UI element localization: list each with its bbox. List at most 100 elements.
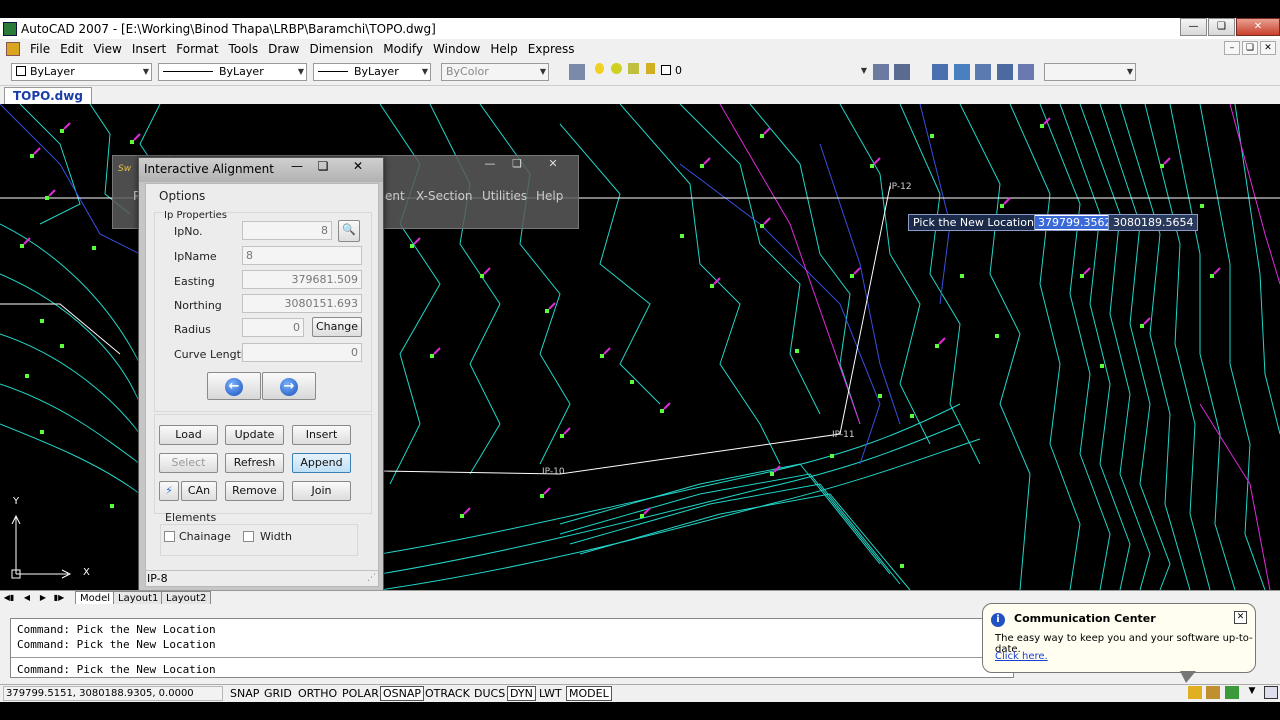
model-toggle[interactable]: MODEL: [566, 686, 612, 701]
layer-combo[interactable]: 0 ▼: [591, 63, 869, 81]
doc-close-button[interactable]: ✕: [1260, 41, 1276, 55]
polar-toggle[interactable]: POLAR: [339, 686, 382, 701]
bg-restore-button[interactable]: ❏: [505, 157, 529, 173]
osnap-toggle[interactable]: OSNAP: [380, 686, 425, 701]
menu-dimension[interactable]: Dimension: [309, 42, 373, 56]
viewport-icon[interactable]: [954, 64, 970, 80]
menu-modify[interactable]: Modify: [383, 42, 423, 56]
ducs-toggle[interactable]: DUCS: [471, 686, 508, 701]
dialog-status-bar: IP-8 ⋰: [145, 570, 379, 587]
doc-minimize-button[interactable]: –: [1224, 41, 1240, 55]
lineweight-combo[interactable]: ByLayer ▼: [313, 63, 431, 81]
first-tab-icon[interactable]: ◀▮: [2, 592, 16, 603]
dialog-restore-button[interactable]: ❏: [311, 159, 335, 175]
chainage-label: Chainage: [179, 530, 231, 543]
menu-edit[interactable]: Edit: [60, 42, 83, 56]
ortho-toggle[interactable]: ORTHO: [295, 686, 340, 701]
doc-restore-button[interactable]: ❏: [1242, 41, 1258, 55]
command-history[interactable]: Command: Pick the New Location Command: …: [10, 618, 1014, 678]
dialog-body: Options Ip Properties IpNo. 8 🔍 IpName 8…: [145, 183, 379, 587]
grid-toggle[interactable]: GRID: [261, 686, 295, 701]
dynamic-input-y-field[interactable]: 3080189.5654: [1108, 214, 1199, 231]
chainage-checkbox[interactable]: [164, 531, 175, 542]
menu-help[interactable]: Help: [490, 42, 517, 56]
lock-icon[interactable]: [1206, 686, 1220, 699]
last-tab-icon[interactable]: ▮▶: [52, 592, 66, 603]
refresh-button[interactable]: Refresh: [225, 453, 284, 473]
restore-button[interactable]: ❏: [1208, 18, 1235, 36]
menu-view[interactable]: View: [93, 42, 121, 56]
document-menu-icon[interactable]: [6, 41, 20, 56]
menu-window[interactable]: Window: [433, 42, 480, 56]
select-button[interactable]: Select: [159, 453, 218, 473]
insert-button[interactable]: Insert: [292, 425, 351, 445]
communication-center-icon[interactable]: [1225, 686, 1239, 699]
make-current-icon[interactable]: [873, 64, 889, 80]
communication-center-balloon[interactable]: i Communication Center ✕ The easy way to…: [982, 603, 1256, 673]
ipno-field[interactable]: 8: [242, 221, 332, 240]
menu-file[interactable]: File: [30, 42, 50, 56]
tab-model[interactable]: Model: [75, 591, 116, 605]
change-button[interactable]: Change: [312, 317, 362, 337]
bg-close-button[interactable]: ✕: [541, 157, 565, 173]
join-button[interactable]: Join: [292, 481, 351, 501]
warning-icon[interactable]: [1188, 686, 1202, 699]
viewport-icon[interactable]: [1018, 64, 1034, 80]
linetype-combo[interactable]: ByLayer ▼: [158, 63, 307, 81]
bg-menu-item[interactable]: Utilities: [482, 189, 527, 203]
prev-tab-icon[interactable]: ◀: [20, 592, 34, 603]
options-tab[interactable]: Options: [159, 189, 205, 203]
can-button[interactable]: CAn: [181, 481, 217, 501]
bg-minimize-button[interactable]: —: [478, 157, 502, 173]
curve-length-field[interactable]: 0: [242, 343, 362, 362]
remove-button[interactable]: Remove: [225, 481, 284, 501]
minimize-button[interactable]: —: [1180, 18, 1207, 36]
resize-grip-icon[interactable]: ⋰: [367, 571, 376, 586]
lwt-toggle[interactable]: LWT: [536, 686, 565, 701]
northing-field[interactable]: 3080151.693: [242, 294, 362, 313]
bg-menu-item[interactable]: Help: [536, 189, 563, 203]
easting-field[interactable]: 379681.509: [242, 270, 362, 289]
autocad-app-icon[interactable]: [3, 21, 17, 36]
bg-menu-item[interactable]: ent: [385, 189, 405, 203]
menu-insert[interactable]: Insert: [132, 42, 166, 56]
menu-express[interactable]: Express: [528, 42, 575, 56]
clean-screen-icon[interactable]: [1264, 686, 1278, 699]
cc-link[interactable]: Click here.: [995, 651, 1048, 662]
radius-field[interactable]: 0: [242, 318, 304, 337]
next-ip-button[interactable]: →: [262, 372, 316, 400]
dialog-close-button[interactable]: ✕: [346, 159, 370, 175]
ipname-field[interactable]: 8: [242, 246, 362, 265]
close-button[interactable]: ✕: [1236, 18, 1280, 36]
search-ip-button[interactable]: 🔍: [338, 220, 360, 242]
menu-tools[interactable]: Tools: [229, 42, 259, 56]
previous-ip-button[interactable]: ←: [207, 372, 261, 400]
width-checkbox[interactable]: [243, 531, 254, 542]
menu-draw[interactable]: Draw: [268, 42, 299, 56]
viewport-icon[interactable]: [975, 64, 991, 80]
append-button[interactable]: Append: [292, 453, 351, 473]
color-combo[interactable]: ByLayer ▼: [11, 63, 152, 81]
dialog-minimize-button[interactable]: —: [285, 159, 309, 175]
load-button[interactable]: Load: [159, 425, 218, 445]
tab-layout2[interactable]: Layout2: [161, 591, 212, 605]
dyn-toggle[interactable]: DYN: [507, 686, 536, 701]
tab-layout1[interactable]: Layout1: [113, 591, 164, 605]
dynamic-input-x-field[interactable]: 379799.3562: [1034, 214, 1116, 231]
snap-toggle[interactable]: SNAP: [227, 686, 262, 701]
dialog-title-bar[interactable]: Interactive Alignment — ❏ ✕: [139, 158, 383, 182]
cc-close-button[interactable]: ✕: [1234, 611, 1247, 624]
bg-menu-item[interactable]: X-Section: [416, 189, 473, 203]
update-button[interactable]: Update: [225, 425, 284, 445]
document-tab[interactable]: TOPO.dwg: [4, 87, 92, 104]
viewport-icon[interactable]: [997, 64, 1013, 80]
menu-format[interactable]: Format: [176, 42, 218, 56]
layer-previous-icon[interactable]: [894, 64, 910, 80]
layer-manager-icon[interactable]: [569, 64, 585, 80]
next-tab-icon[interactable]: ▶: [36, 592, 50, 603]
pick-tool-button[interactable]: ⚡: [159, 481, 179, 501]
viewport-icon[interactable]: [932, 64, 948, 80]
northing-label: Northing: [174, 299, 222, 312]
chevron-down-icon[interactable]: ▼: [1245, 686, 1259, 699]
otrack-toggle[interactable]: OTRACK: [422, 686, 473, 701]
